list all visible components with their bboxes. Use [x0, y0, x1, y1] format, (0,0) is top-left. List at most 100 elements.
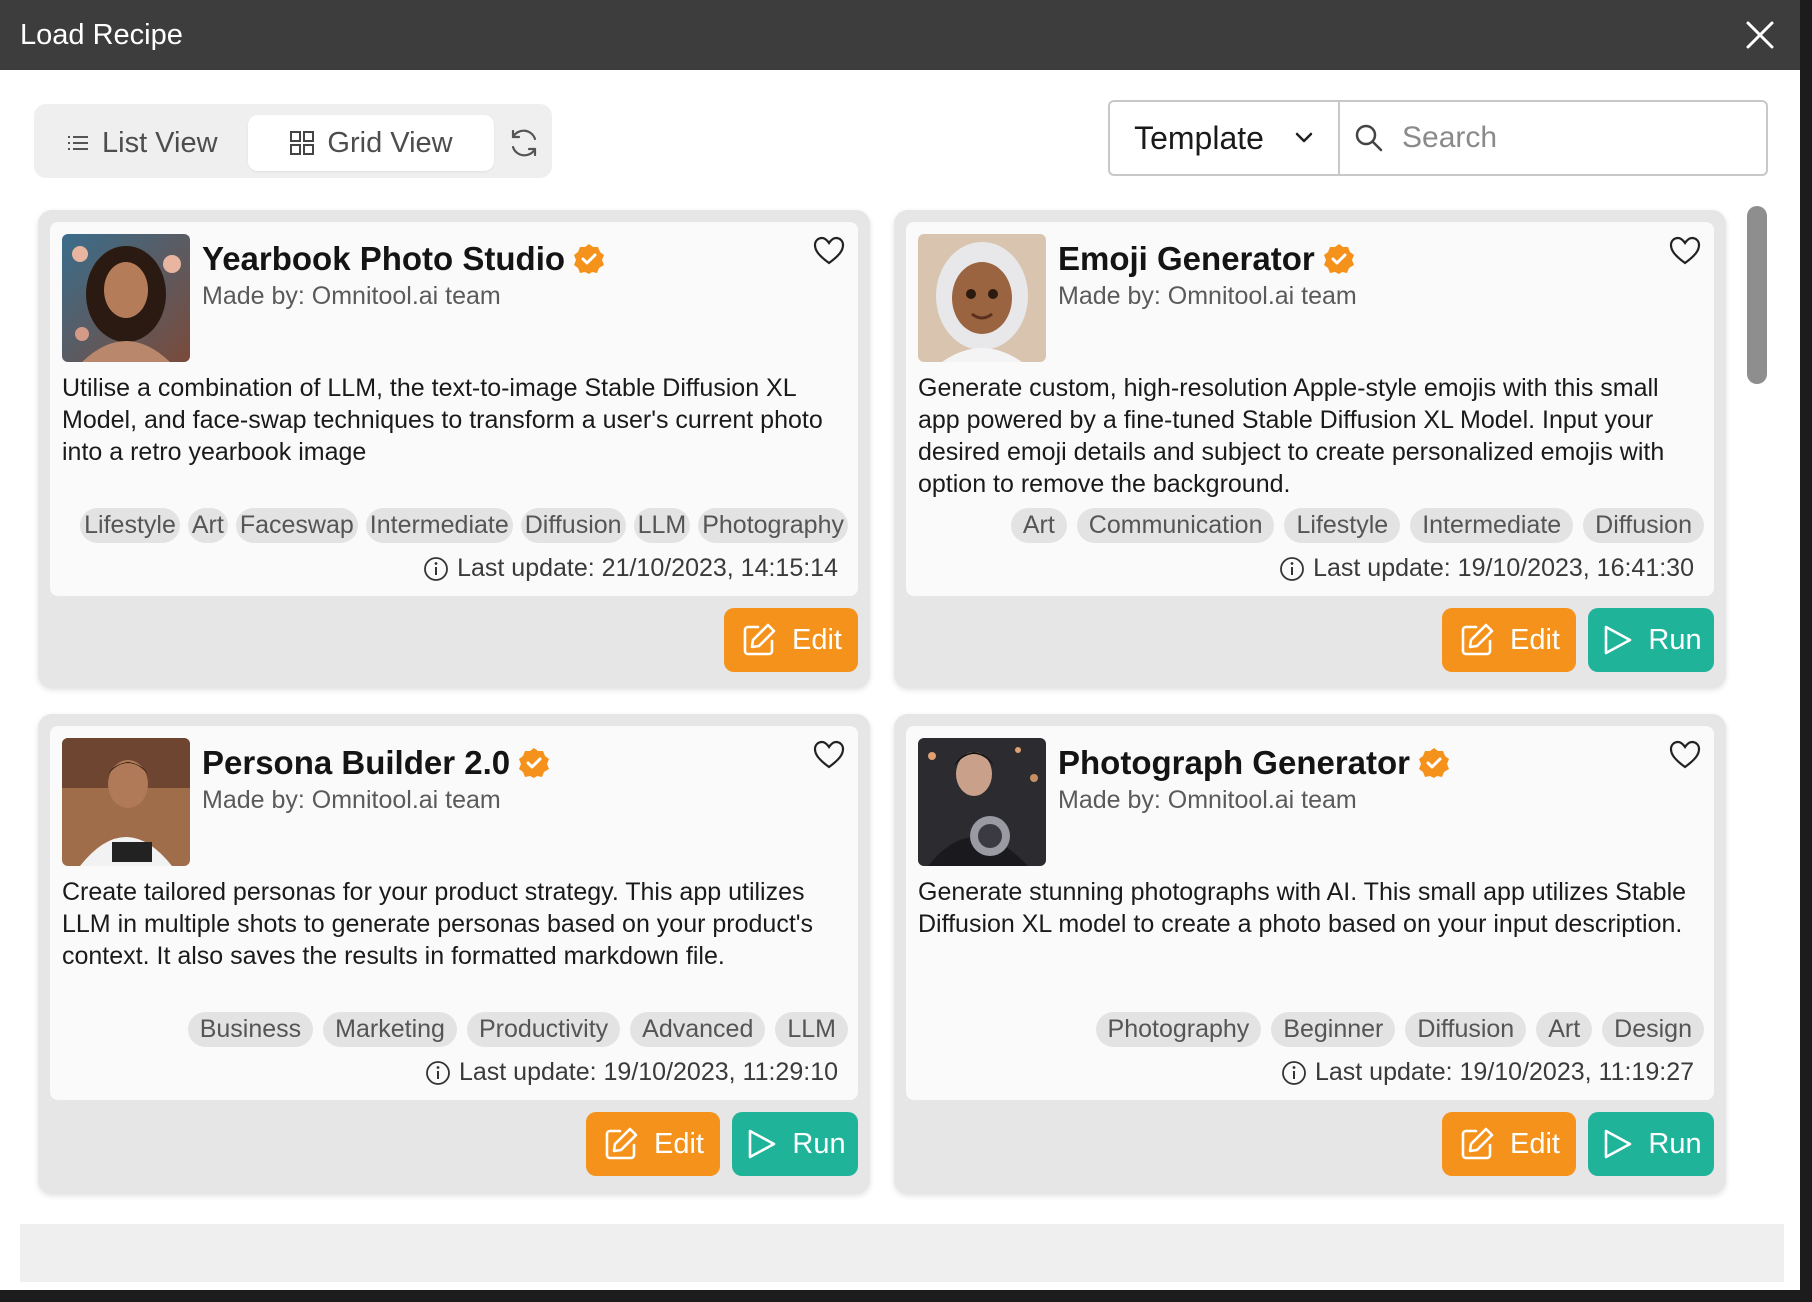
- recipe-title: Emoji Generator: [1058, 240, 1315, 277]
- run-button[interactable]: Run: [732, 1112, 858, 1176]
- template-filter-value: Template: [1134, 119, 1264, 156]
- edit-button[interactable]: Edit: [1442, 608, 1576, 672]
- recipe-tags: Art Communication Lifestyle Intermediate…: [1010, 508, 1704, 543]
- recipe-description: Generate stunning photographs with AI. T…: [918, 878, 1687, 938]
- tag-chip[interactable]: Faceswap: [235, 508, 358, 543]
- recipe-thumbnail: [918, 234, 1046, 362]
- tag-chip[interactable]: Diffusion: [520, 508, 626, 543]
- recipe-card-photograph-generator: Photograph Generator Made by: Omnitool.a…: [894, 714, 1726, 1194]
- grid-view-button[interactable]: Grid View: [248, 115, 494, 171]
- list-view-button[interactable]: List View: [66, 115, 276, 171]
- recipe-author: Made by: Omnitool.ai team: [1058, 786, 1357, 814]
- tag-chip[interactable]: Intermediate: [1410, 508, 1574, 543]
- recipe-actions: Edit Run: [1442, 608, 1714, 672]
- recipe-card-persona-builder: Persona Builder 2.0 Made by: Omnitool.ai…: [38, 714, 870, 1194]
- edit-icon: [1461, 1127, 1494, 1160]
- recipe-description: Utilise a combination of LLM, the text-t…: [62, 374, 823, 466]
- last-update: Last update: 19/10/2023, 16:41:30: [1279, 554, 1694, 583]
- tag-chip[interactable]: Productivity: [466, 1012, 621, 1047]
- tag-chip[interactable]: Art: [187, 508, 228, 543]
- tag-chip[interactable]: Lifestyle: [1284, 508, 1401, 543]
- last-update: Last update: 19/10/2023, 11:19:27: [1281, 1058, 1694, 1087]
- recipe-description: Generate custom, high-resolution Apple-s…: [918, 374, 1665, 498]
- recipe-card-body[interactable]: Emoji Generator Made by: Omnitool.ai tea…: [906, 222, 1714, 596]
- grid-icon: [290, 131, 315, 155]
- close-icon: [1746, 21, 1774, 49]
- tag-chip[interactable]: Communication: [1076, 508, 1275, 543]
- refresh-icon: [511, 129, 537, 157]
- edit-icon: [1461, 623, 1494, 656]
- tag-chip[interactable]: Advanced: [630, 1012, 766, 1047]
- last-update: Last update: 21/10/2023, 14:15:14: [423, 554, 838, 583]
- recipe-author: Made by: Omnitool.ai team: [202, 786, 501, 814]
- recipe-thumbnail: [918, 738, 1046, 866]
- edit-button[interactable]: Edit: [586, 1112, 720, 1176]
- tag-chip[interactable]: Beginner: [1271, 1012, 1396, 1047]
- view-toggle: List View Grid View: [34, 104, 552, 178]
- edit-button[interactable]: Edit: [724, 608, 858, 672]
- run-label: Run: [792, 1127, 846, 1160]
- recipe-title-row: Yearbook Photo Studio: [202, 240, 605, 278]
- recipe-title-row: Persona Builder 2.0: [202, 744, 550, 782]
- info-icon: [1280, 556, 1305, 581]
- edit-label: Edit: [792, 623, 842, 656]
- search-icon: [1355, 124, 1383, 152]
- list-icon: [68, 136, 88, 150]
- refresh-button[interactable]: [502, 115, 546, 171]
- recipe-tags: Business Marketing Productivity Advanced…: [187, 1012, 848, 1047]
- verified-badge-icon: [519, 748, 550, 778]
- edit-label: Edit: [1510, 1127, 1560, 1160]
- favorite-heart-icon[interactable]: [812, 738, 846, 772]
- recipe-card-body[interactable]: Persona Builder 2.0 Made by: Omnitool.ai…: [50, 726, 858, 1100]
- favorite-heart-icon[interactable]: [1668, 738, 1702, 772]
- tag-chip[interactable]: Design: [1602, 1012, 1704, 1047]
- dialog-title: Load Recipe: [20, 18, 183, 51]
- recipe-title-row: Emoji Generator: [1058, 240, 1355, 278]
- recipe-card-body[interactable]: Yearbook Photo Studio Made by: Omnitool.…: [50, 222, 858, 596]
- edit-label: Edit: [1510, 623, 1560, 656]
- last-update-text: Last update: 19/10/2023, 11:19:27: [1314, 1058, 1694, 1086]
- scrollbar-thumb[interactable]: [1747, 206, 1767, 384]
- recipe-actions: Edit Run: [1442, 1112, 1714, 1176]
- run-button[interactable]: Run: [1588, 608, 1714, 672]
- search-input[interactable]: [1402, 121, 1762, 155]
- tag-chip[interactable]: Diffusion: [1583, 508, 1704, 543]
- tag-chip[interactable]: LLM: [775, 1012, 848, 1047]
- run-label: Run: [1648, 1127, 1702, 1160]
- tag-chip[interactable]: Marketing: [323, 1012, 457, 1047]
- recipe-card-yearbook: Yearbook Photo Studio Made by: Omnitool.…: [38, 210, 870, 688]
- recipe-author: Made by: Omnitool.ai team: [1058, 282, 1357, 310]
- dialog-footer: [20, 1224, 1784, 1282]
- tag-chip[interactable]: Business: [187, 1012, 314, 1047]
- favorite-heart-icon[interactable]: [1668, 234, 1702, 268]
- run-label: Run: [1648, 623, 1702, 656]
- tag-chip[interactable]: Photography: [698, 508, 848, 543]
- tag-chip[interactable]: LLM: [633, 508, 691, 543]
- tag-chip[interactable]: Art: [1010, 508, 1067, 543]
- edit-icon: [743, 623, 776, 656]
- recipe-card-emoji: Emoji Generator Made by: Omnitool.ai tea…: [894, 210, 1726, 688]
- grid-view-label: Grid View: [327, 126, 453, 159]
- recipe-actions: Edit: [724, 608, 858, 672]
- tag-chip[interactable]: Photography: [1095, 1012, 1262, 1047]
- recipe-author: Made by: Omnitool.ai team: [202, 282, 501, 310]
- tag-chip[interactable]: Intermediate: [365, 508, 513, 543]
- last-update-text: Last update: 19/10/2023, 16:41:30: [1313, 554, 1694, 582]
- favorite-heart-icon[interactable]: [812, 234, 846, 268]
- play-icon: [1605, 1129, 1632, 1159]
- tag-chip[interactable]: Art: [1536, 1012, 1593, 1047]
- edit-label: Edit: [654, 1127, 704, 1160]
- template-filter-select[interactable]: Template: [1110, 102, 1340, 174]
- recipe-title: Persona Builder 2.0: [202, 744, 511, 781]
- verified-badge-icon: [1323, 244, 1354, 274]
- dialog-titlebar: Load Recipe: [0, 0, 1800, 70]
- chevron-down-icon: [1295, 132, 1313, 143]
- close-button[interactable]: [1738, 13, 1782, 57]
- recipe-card-body[interactable]: Photograph Generator Made by: Omnitool.a…: [906, 726, 1714, 1100]
- recipe-title-row: Photograph Generator: [1058, 744, 1450, 782]
- tag-chip[interactable]: Lifestyle: [80, 508, 180, 543]
- tag-chip[interactable]: Diffusion: [1405, 1012, 1527, 1047]
- run-button[interactable]: Run: [1588, 1112, 1714, 1176]
- filter-search-group: Template: [1108, 100, 1768, 176]
- edit-button[interactable]: Edit: [1442, 1112, 1576, 1176]
